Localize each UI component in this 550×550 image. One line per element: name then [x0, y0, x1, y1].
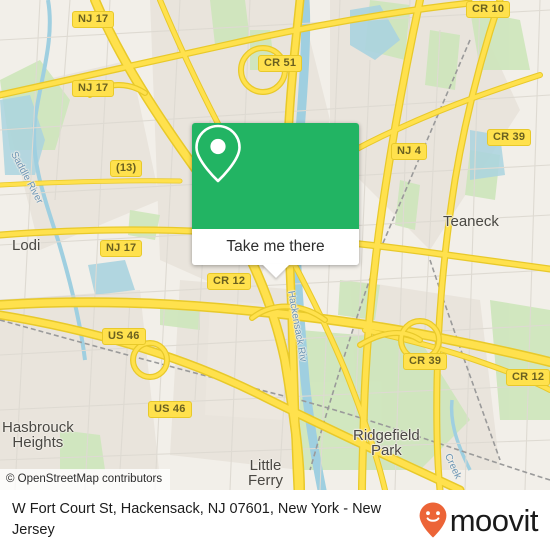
moovit-smiley-pin-icon	[419, 502, 447, 538]
highway-shield-us-46-2[interactable]: US 46	[148, 401, 192, 418]
highway-shield-cr-10[interactable]: CR 10	[466, 1, 511, 18]
highway-shield-cr-39-2[interactable]: CR 39	[403, 353, 448, 370]
highway-shield-cr-39[interactable]: CR 39	[487, 129, 532, 146]
osm-attribution[interactable]: © OpenStreetMap contributors	[0, 469, 171, 490]
highway-shield-cr-51[interactable]: CR 51	[258, 55, 303, 72]
map-canvas[interactable]: Lodi Teaneck Hasbrouck Heights Ridgefiel…	[0, 0, 550, 490]
map-screenshot: Lodi Teaneck Hasbrouck Heights Ridgefiel…	[0, 0, 550, 550]
location-popup-card[interactable]: Take me there	[192, 123, 359, 278]
highway-shield-us-46[interactable]: US 46	[102, 328, 146, 345]
footer-bar: W Fort Court St, Hackensack, NJ 07601, N…	[0, 490, 550, 550]
take-me-there-label: Take me there	[226, 238, 325, 255]
address-title: W Fort Court St, Hackensack, NJ 07601, N…	[12, 501, 382, 538]
take-me-there-button[interactable]: Take me there	[192, 229, 359, 265]
moovit-wordmark: moovit	[449, 502, 539, 538]
highway-shield-13[interactable]: (13)	[110, 160, 143, 177]
popup-card-header	[192, 123, 359, 229]
map-pin-icon	[195, 124, 241, 183]
highway-shield-nj-17[interactable]: NJ 17	[72, 11, 115, 28]
moovit-brand[interactable]: moovit	[418, 501, 550, 539]
highway-shield-nj-4[interactable]: NJ 4	[391, 143, 428, 160]
popup-card-tail	[261, 264, 290, 278]
highway-shield-nj-17-2[interactable]: NJ 17	[72, 80, 115, 97]
highway-shield-nj-17-3[interactable]: NJ 17	[100, 240, 143, 257]
highway-shield-cr-12[interactable]: CR 12	[207, 273, 252, 290]
highway-shield-cr-12-2[interactable]: CR 12	[506, 369, 550, 386]
